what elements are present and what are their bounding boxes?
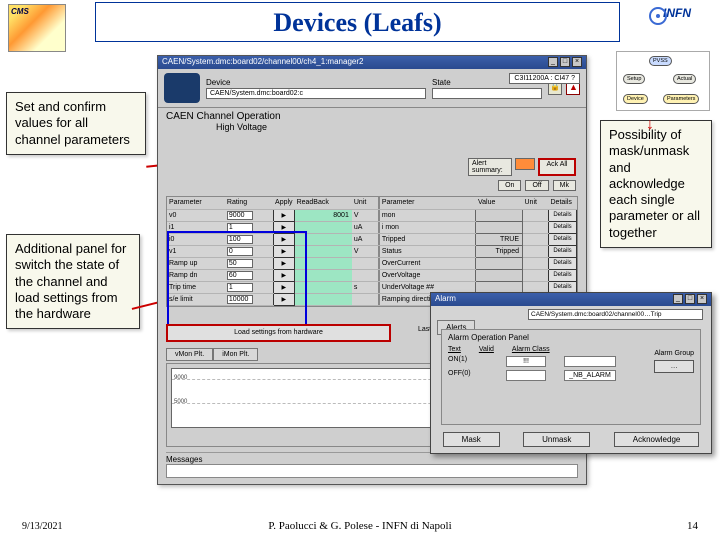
fsm-node-params: Parameters: [663, 94, 699, 104]
acknowledge-button[interactable]: Acknowledge: [614, 432, 700, 447]
close-icon[interactable]: ×: [697, 294, 707, 304]
note-mask-unmask: Possibility of mask/unmask and acknowled…: [600, 120, 712, 248]
fsm-diagram: PVSS Setup Actual Device Parameters: [616, 51, 710, 111]
details-button[interactable]: Details: [549, 221, 577, 233]
cms-logo: CMS: [8, 4, 66, 52]
col-rating: Rating: [225, 197, 273, 209]
footer-page-number: 14: [687, 520, 698, 532]
alarm-row-class: [564, 356, 616, 367]
minimize-icon[interactable]: _: [673, 294, 683, 304]
table-row: v0▶8001VmonDetails: [167, 209, 577, 221]
alarm-titlebar: Alarm _ □ ×: [431, 293, 711, 306]
col-unit: Unit: [352, 197, 378, 209]
alarm-window: Alarm _ □ × CAEN/System.dmc:board02/chan…: [430, 292, 712, 454]
mask-on-button[interactable]: On: [498, 180, 521, 191]
alarm-row-class: _NB_ALARM: [564, 370, 616, 381]
col-value: Value: [476, 197, 523, 209]
messages-label: Messages: [166, 455, 578, 464]
col-parameter: Parameter: [167, 197, 225, 209]
ytick: 5000: [174, 399, 187, 405]
slide-title: Devices (Leafs): [95, 2, 620, 42]
close-icon[interactable]: ×: [572, 57, 582, 67]
unmask-button[interactable]: Unmask: [523, 432, 590, 447]
alarm-path-field: CAEN/System.dmc:board02/channel00…Trip: [528, 309, 703, 320]
alarm-col-valid: Valid: [479, 346, 494, 353]
alert-color-swatch: [515, 158, 535, 170]
col-parameter-r: Parameter: [380, 197, 476, 209]
maximize-icon[interactable]: □: [560, 57, 570, 67]
window-title: CAEN/System.dmc:board02/channel00/ch4_1:…: [162, 57, 363, 68]
details-button[interactable]: Details: [549, 209, 577, 221]
maximize-icon[interactable]: □: [685, 294, 695, 304]
note-set-confirm: Set and confirm values for all channel p…: [6, 92, 146, 155]
mask-off-button[interactable]: Off: [525, 180, 548, 191]
alarm-panel-title: Alarm Operation Panel: [448, 333, 694, 342]
alarm-group-button[interactable]: …: [654, 360, 694, 373]
fsm-node-setup: Setup: [623, 74, 645, 84]
alarm-col-class: Alarm Class: [512, 346, 572, 353]
device-field: CAEN/System.dmc:board02:c: [206, 88, 426, 99]
ytick: 9000: [174, 375, 187, 381]
device-icon: [164, 73, 200, 103]
details-button[interactable]: Details: [549, 269, 577, 281]
col-readback: ReadBack: [295, 197, 352, 209]
fsm-node-actual: Actual: [673, 74, 696, 84]
apply-button[interactable]: ▶: [273, 209, 295, 221]
alarm-group-label: Alarm Group: [654, 350, 694, 357]
col-unit-r: Unit: [523, 197, 549, 209]
section-title: CAEN Channel Operation: [166, 111, 578, 122]
footer-authors: P. Paolucci & G. Polese - INFN di Napoli: [0, 520, 720, 532]
ack-all-button[interactable]: Ack All: [538, 158, 576, 176]
details-button[interactable]: Details: [549, 245, 577, 257]
alarm-row-text: OFF(0): [448, 370, 488, 381]
alarm-row-valid: !!!: [506, 356, 546, 367]
load-settings-button[interactable]: Load settings from hardware: [166, 324, 391, 342]
col-details: Details: [549, 197, 577, 209]
details-button[interactable]: Details: [549, 233, 577, 245]
window-titlebar: CAEN/System.dmc:board02/channel00/ch4_1:…: [158, 56, 586, 69]
alarm-row-valid: [506, 370, 546, 381]
note-additional-panel: Additional panel for switch the state of…: [6, 234, 140, 329]
alarm-panel: Alarm Operation Panel Text Valid Alarm C…: [441, 329, 701, 425]
tab-vmon[interactable]: vMon Plt.: [166, 348, 213, 361]
mask-mk-button[interactable]: Mk: [553, 180, 576, 191]
device-label: Device: [206, 78, 426, 87]
alarm-window-title: Alarm: [435, 294, 456, 305]
alarm-row-text: ON(1): [448, 356, 488, 367]
alarm-col-text: Text: [448, 346, 461, 353]
param-input[interactable]: [227, 211, 253, 220]
col-apply: Apply: [273, 197, 295, 209]
red-arrow-icon: ↓: [646, 116, 654, 134]
messages-box: [166, 464, 578, 478]
tab-imon[interactable]: iMon Plt.: [213, 348, 258, 361]
minimize-icon[interactable]: _: [548, 57, 558, 67]
fsm-node-pvss: PVSS: [649, 56, 672, 66]
infn-logo: INFN: [646, 6, 708, 40]
channel-code-field: C3I11200A : CI47 ?: [509, 73, 580, 84]
hv-label: High Voltage: [216, 122, 578, 132]
mask-button[interactable]: Mask: [443, 432, 500, 447]
alert-summary-button[interactable]: Alert summary:: [468, 158, 512, 176]
param-highlight: [167, 231, 307, 327]
details-button[interactable]: Details: [549, 257, 577, 269]
state-field: [432, 88, 542, 99]
parameter-table: Parameter Rating Apply ReadBack Unit Par…: [166, 196, 578, 307]
fsm-node-device: Device: [623, 94, 648, 104]
